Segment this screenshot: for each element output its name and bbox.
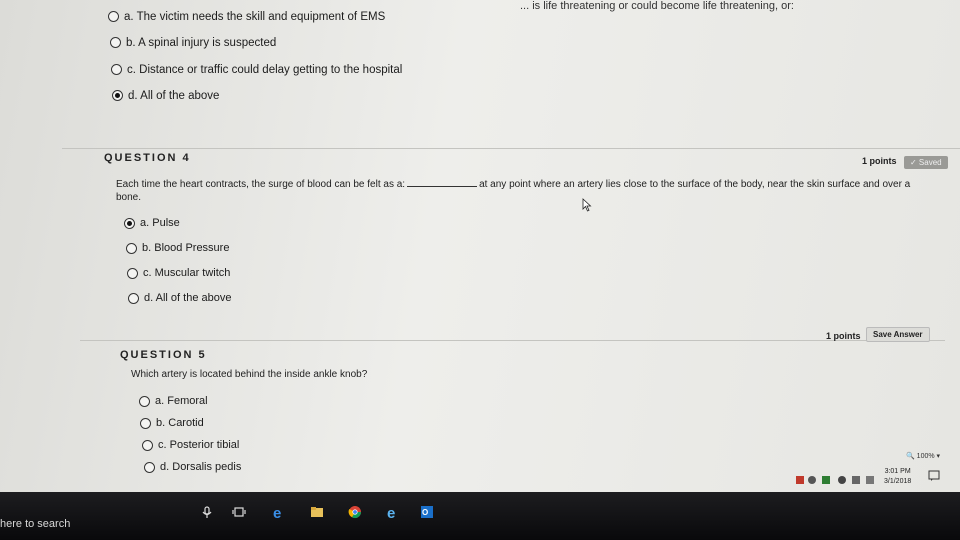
task-view-icon[interactable]	[232, 505, 246, 519]
radio-button[interactable]	[144, 461, 155, 473]
question-4-divider	[62, 148, 960, 149]
q3-option-d[interactable]: d. All of the above	[112, 90, 219, 102]
file-explorer-icon[interactable]	[310, 505, 324, 519]
question-5-points: 1 points	[826, 331, 861, 341]
question-5-divider	[80, 340, 945, 341]
taskbar-search[interactable]: here to search	[0, 518, 70, 530]
fill-in-blank-line	[407, 186, 478, 187]
q3-option-a[interactable]: a. The victim needs the skill and equipm…	[108, 11, 385, 23]
network-icon[interactable]	[852, 476, 860, 484]
tray-app-icon[interactable]	[822, 476, 830, 484]
tray-app-icon[interactable]	[796, 476, 804, 484]
save-answer-button[interactable]: Save Answer	[866, 327, 930, 342]
internet-explorer-icon[interactable]: e	[386, 505, 400, 519]
q4-option-a[interactable]: a. Pulse	[124, 217, 180, 229]
question-4-points: 1 points	[862, 156, 897, 166]
microphone-icon[interactable]	[200, 505, 214, 519]
svg-text:e: e	[387, 505, 395, 519]
radio-button[interactable]	[111, 64, 122, 76]
q3-option-b[interactable]: b. A spinal injury is suspected	[110, 37, 276, 49]
outlook-icon[interactable]: O	[420, 505, 434, 519]
question-5-title: QUESTION 5	[120, 349, 207, 361]
q4-option-b[interactable]: b. Blood Pressure	[126, 242, 229, 254]
radio-button[interactable]	[128, 292, 139, 304]
radio-button[interactable]	[110, 37, 121, 49]
radio-button-selected[interactable]	[124, 217, 135, 229]
tray-app-icon[interactable]	[808, 476, 816, 484]
radio-button-selected[interactable]	[112, 90, 123, 102]
q4-option-c[interactable]: c. Muscular twitch	[127, 267, 230, 279]
radio-button[interactable]	[142, 439, 153, 451]
svg-text:O: O	[422, 508, 428, 517]
radio-button[interactable]	[140, 417, 151, 429]
browser-page: ... is life threatening or could become …	[0, 0, 960, 492]
clock[interactable]: 3:01 PM 3/1/2018	[884, 467, 911, 487]
radio-button[interactable]	[126, 242, 137, 254]
q5-option-d[interactable]: d. Dorsalis pedis	[144, 461, 241, 473]
radio-button[interactable]	[139, 395, 150, 407]
tray-app-icon[interactable]	[838, 476, 846, 484]
q3-option-c[interactable]: c. Distance or traffic could delay getti…	[111, 64, 402, 76]
question-4-text: Each time the heart contracts, the surge…	[116, 179, 911, 203]
chrome-icon[interactable]	[348, 505, 362, 519]
mouse-cursor-icon	[582, 198, 592, 212]
question-4-title: QUESTION 4	[104, 152, 191, 164]
q5-option-a[interactable]: a. Femoral	[139, 395, 208, 407]
radio-button[interactable]	[108, 11, 119, 23]
q5-option-c[interactable]: c. Posterior tibial	[142, 439, 239, 451]
top-header-text: ... is life threatening or could become …	[520, 0, 794, 12]
radio-button[interactable]	[127, 267, 138, 279]
q5-option-b[interactable]: b. Carotid	[140, 417, 204, 429]
volume-icon[interactable]	[866, 476, 874, 484]
saved-badge: ✓ Saved	[904, 156, 948, 169]
notification-icon[interactable]	[928, 470, 940, 482]
edge-browser-icon[interactable]: e	[272, 505, 286, 519]
zoom-level[interactable]: 🔍 100% ▾	[906, 452, 940, 460]
svg-text:e: e	[273, 505, 281, 519]
taskbar	[0, 492, 960, 540]
question-5-text: Which artery is located behind the insid…	[131, 369, 368, 380]
q4-option-d[interactable]: d. All of the above	[128, 292, 231, 304]
